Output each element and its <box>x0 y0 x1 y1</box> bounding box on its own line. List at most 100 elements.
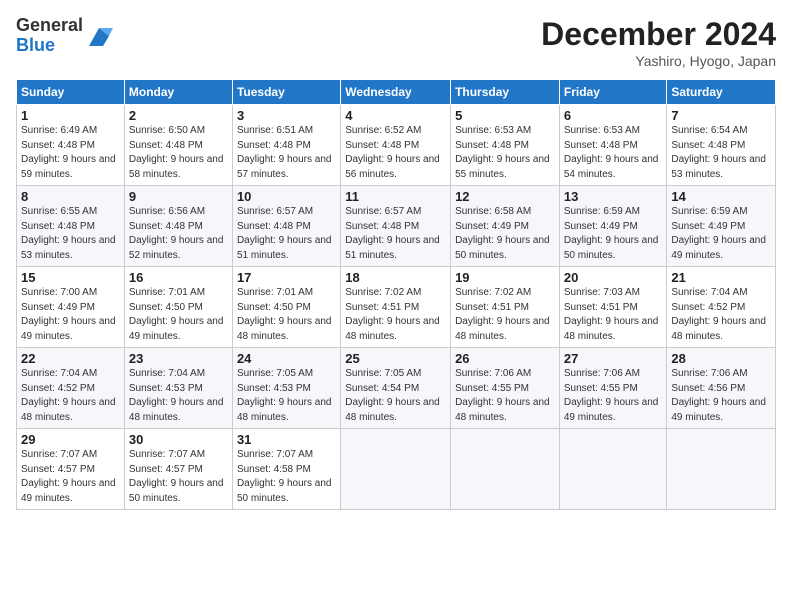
table-row: 29 Sunrise: 7:07 AMSunset: 4:57 PMDaylig… <box>17 429 125 510</box>
logo-general: General <box>16 15 83 35</box>
day-number: 26 <box>455 351 555 366</box>
day-info: Sunrise: 6:59 AMSunset: 4:49 PMDaylight:… <box>564 206 659 261</box>
day-info: Sunrise: 7:02 AMSunset: 4:51 PMDaylight:… <box>455 287 550 342</box>
day-number: 7 <box>671 108 771 123</box>
day-info: Sunrise: 6:50 AMSunset: 4:48 PMDaylight:… <box>129 125 224 180</box>
day-info: Sunrise: 7:06 AMSunset: 4:56 PMDaylight:… <box>671 368 766 423</box>
col-saturday: Saturday <box>667 80 776 105</box>
table-row: 11 Sunrise: 6:57 AMSunset: 4:48 PMDaylig… <box>341 186 451 267</box>
day-info: Sunrise: 7:07 AMSunset: 4:57 PMDaylight:… <box>129 449 224 504</box>
table-row: 6 Sunrise: 6:53 AMSunset: 4:48 PMDayligh… <box>559 105 667 186</box>
day-number: 1 <box>21 108 120 123</box>
calendar-table: Sunday Monday Tuesday Wednesday Thursday… <box>16 79 776 510</box>
day-number: 30 <box>129 432 228 447</box>
col-thursday: Thursday <box>451 80 560 105</box>
col-monday: Monday <box>124 80 232 105</box>
table-row: 1 Sunrise: 6:49 AMSunset: 4:48 PMDayligh… <box>17 105 125 186</box>
day-number: 28 <box>671 351 771 366</box>
day-number: 8 <box>21 189 120 204</box>
day-number: 29 <box>21 432 120 447</box>
col-tuesday: Tuesday <box>232 80 340 105</box>
table-row: 14 Sunrise: 6:59 AMSunset: 4:49 PMDaylig… <box>667 186 776 267</box>
day-number: 25 <box>345 351 446 366</box>
day-info: Sunrise: 6:55 AMSunset: 4:48 PMDaylight:… <box>21 206 116 261</box>
location: Yashiro, Hyogo, Japan <box>541 53 776 69</box>
day-number: 31 <box>237 432 336 447</box>
day-info: Sunrise: 6:57 AMSunset: 4:48 PMDaylight:… <box>237 206 332 261</box>
day-number: 18 <box>345 270 446 285</box>
day-number: 24 <box>237 351 336 366</box>
table-row: 18 Sunrise: 7:02 AMSunset: 4:51 PMDaylig… <box>341 267 451 348</box>
table-row <box>667 429 776 510</box>
calendar-week-row: 8 Sunrise: 6:55 AMSunset: 4:48 PMDayligh… <box>17 186 776 267</box>
table-row: 24 Sunrise: 7:05 AMSunset: 4:53 PMDaylig… <box>232 348 340 429</box>
day-info: Sunrise: 7:05 AMSunset: 4:54 PMDaylight:… <box>345 368 440 423</box>
table-row: 22 Sunrise: 7:04 AMSunset: 4:52 PMDaylig… <box>17 348 125 429</box>
calendar-week-row: 29 Sunrise: 7:07 AMSunset: 4:57 PMDaylig… <box>17 429 776 510</box>
table-row <box>341 429 451 510</box>
table-row: 2 Sunrise: 6:50 AMSunset: 4:48 PMDayligh… <box>124 105 232 186</box>
day-info: Sunrise: 7:03 AMSunset: 4:51 PMDaylight:… <box>564 287 659 342</box>
day-info: Sunrise: 7:00 AMSunset: 4:49 PMDaylight:… <box>21 287 116 342</box>
calendar-week-row: 22 Sunrise: 7:04 AMSunset: 4:52 PMDaylig… <box>17 348 776 429</box>
day-info: Sunrise: 6:58 AMSunset: 4:49 PMDaylight:… <box>455 206 550 261</box>
day-number: 3 <box>237 108 336 123</box>
logo: General Blue <box>16 16 113 56</box>
day-info: Sunrise: 7:04 AMSunset: 4:52 PMDaylight:… <box>21 368 116 423</box>
day-number: 15 <box>21 270 120 285</box>
day-number: 5 <box>455 108 555 123</box>
day-number: 13 <box>564 189 663 204</box>
day-number: 9 <box>129 189 228 204</box>
day-info: Sunrise: 6:57 AMSunset: 4:48 PMDaylight:… <box>345 206 440 261</box>
col-wednesday: Wednesday <box>341 80 451 105</box>
day-info: Sunrise: 6:49 AMSunset: 4:48 PMDaylight:… <box>21 125 116 180</box>
table-row: 23 Sunrise: 7:04 AMSunset: 4:53 PMDaylig… <box>124 348 232 429</box>
day-info: Sunrise: 6:59 AMSunset: 4:49 PMDaylight:… <box>671 206 766 261</box>
table-row: 25 Sunrise: 7:05 AMSunset: 4:54 PMDaylig… <box>341 348 451 429</box>
day-info: Sunrise: 7:07 AMSunset: 4:57 PMDaylight:… <box>21 449 116 504</box>
day-number: 6 <box>564 108 663 123</box>
table-row: 9 Sunrise: 6:56 AMSunset: 4:48 PMDayligh… <box>124 186 232 267</box>
day-number: 16 <box>129 270 228 285</box>
table-row: 8 Sunrise: 6:55 AMSunset: 4:48 PMDayligh… <box>17 186 125 267</box>
day-info: Sunrise: 7:04 AMSunset: 4:52 PMDaylight:… <box>671 287 766 342</box>
table-row: 31 Sunrise: 7:07 AMSunset: 4:58 PMDaylig… <box>232 429 340 510</box>
day-info: Sunrise: 6:51 AMSunset: 4:48 PMDaylight:… <box>237 125 332 180</box>
table-row: 27 Sunrise: 7:06 AMSunset: 4:55 PMDaylig… <box>559 348 667 429</box>
day-number: 20 <box>564 270 663 285</box>
day-number: 11 <box>345 189 446 204</box>
day-info: Sunrise: 7:07 AMSunset: 4:58 PMDaylight:… <box>237 449 332 504</box>
day-info: Sunrise: 7:06 AMSunset: 4:55 PMDaylight:… <box>455 368 550 423</box>
page-container: General Blue December 2024 Yashiro, Hyog… <box>0 0 792 518</box>
table-row <box>559 429 667 510</box>
table-row: 19 Sunrise: 7:02 AMSunset: 4:51 PMDaylig… <box>451 267 560 348</box>
day-number: 19 <box>455 270 555 285</box>
table-row: 26 Sunrise: 7:06 AMSunset: 4:55 PMDaylig… <box>451 348 560 429</box>
table-row: 13 Sunrise: 6:59 AMSunset: 4:49 PMDaylig… <box>559 186 667 267</box>
day-number: 23 <box>129 351 228 366</box>
table-row: 15 Sunrise: 7:00 AMSunset: 4:49 PMDaylig… <box>17 267 125 348</box>
table-row: 12 Sunrise: 6:58 AMSunset: 4:49 PMDaylig… <box>451 186 560 267</box>
day-number: 27 <box>564 351 663 366</box>
table-row: 10 Sunrise: 6:57 AMSunset: 4:48 PMDaylig… <box>232 186 340 267</box>
day-info: Sunrise: 7:04 AMSunset: 4:53 PMDaylight:… <box>129 368 224 423</box>
day-number: 21 <box>671 270 771 285</box>
calendar-week-row: 15 Sunrise: 7:00 AMSunset: 4:49 PMDaylig… <box>17 267 776 348</box>
table-row <box>451 429 560 510</box>
day-info: Sunrise: 6:54 AMSunset: 4:48 PMDaylight:… <box>671 125 766 180</box>
table-row: 5 Sunrise: 6:53 AMSunset: 4:48 PMDayligh… <box>451 105 560 186</box>
day-info: Sunrise: 6:53 AMSunset: 4:48 PMDaylight:… <box>455 125 550 180</box>
day-number: 2 <box>129 108 228 123</box>
day-info: Sunrise: 7:01 AMSunset: 4:50 PMDaylight:… <box>129 287 224 342</box>
table-row: 7 Sunrise: 6:54 AMSunset: 4:48 PMDayligh… <box>667 105 776 186</box>
title-block: December 2024 Yashiro, Hyogo, Japan <box>541 16 776 69</box>
table-row: 21 Sunrise: 7:04 AMSunset: 4:52 PMDaylig… <box>667 267 776 348</box>
calendar-header-row: Sunday Monday Tuesday Wednesday Thursday… <box>17 80 776 105</box>
table-row: 17 Sunrise: 7:01 AMSunset: 4:50 PMDaylig… <box>232 267 340 348</box>
day-info: Sunrise: 7:05 AMSunset: 4:53 PMDaylight:… <box>237 368 332 423</box>
day-number: 12 <box>455 189 555 204</box>
day-number: 14 <box>671 189 771 204</box>
calendar-week-row: 1 Sunrise: 6:49 AMSunset: 4:48 PMDayligh… <box>17 105 776 186</box>
day-number: 22 <box>21 351 120 366</box>
day-info: Sunrise: 7:01 AMSunset: 4:50 PMDaylight:… <box>237 287 332 342</box>
